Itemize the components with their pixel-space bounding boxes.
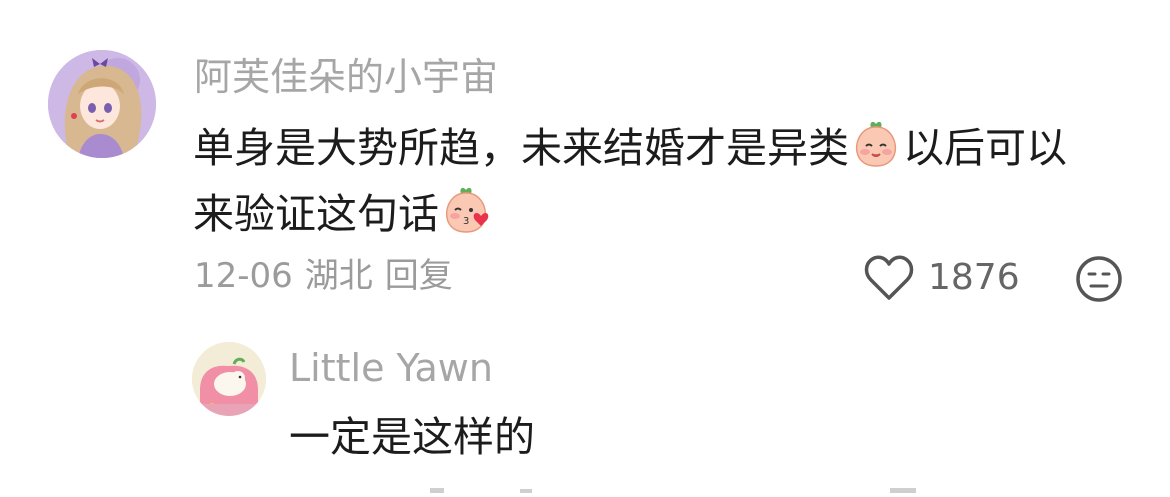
svg-text:3: 3	[463, 216, 469, 227]
neutral-face-icon[interactable]	[1074, 254, 1124, 304]
kissing-peach-emoji-icon: 3	[441, 184, 495, 247]
heart-icon[interactable]	[863, 254, 915, 304]
comment-text-part-1: 单身是大势所趋，未来结婚才是异类	[193, 124, 849, 172]
smiling-peach-emoji-icon	[851, 118, 901, 181]
comment-date: 12-06	[194, 256, 293, 296]
comment-text-part-2: 以后可以	[903, 124, 1067, 172]
comment-location: 湖北	[304, 256, 373, 296]
comment-text-part-3: 来验证这句话	[193, 190, 439, 238]
comment-username[interactable]: 阿芙佳朵的小宇宙	[194, 54, 498, 100]
reply-username[interactable]: Little Yawn	[289, 345, 493, 391]
like-count: 1876	[928, 257, 1020, 298]
comment-meta: 12-06 湖北 回复	[194, 254, 465, 298]
comment-text-line-1: 单身是大势所趋，未来结婚才是异类 以后可以	[193, 118, 1067, 181]
avatar[interactable]	[48, 50, 156, 158]
next-row-cutoff	[290, 478, 1150, 493]
comment-text-line-2: 来验证这句话 3	[193, 184, 497, 247]
reply-button[interactable]: 回复	[385, 256, 453, 296]
reply-avatar[interactable]	[192, 342, 266, 416]
reply-text: 一定是这样的	[289, 413, 535, 461]
